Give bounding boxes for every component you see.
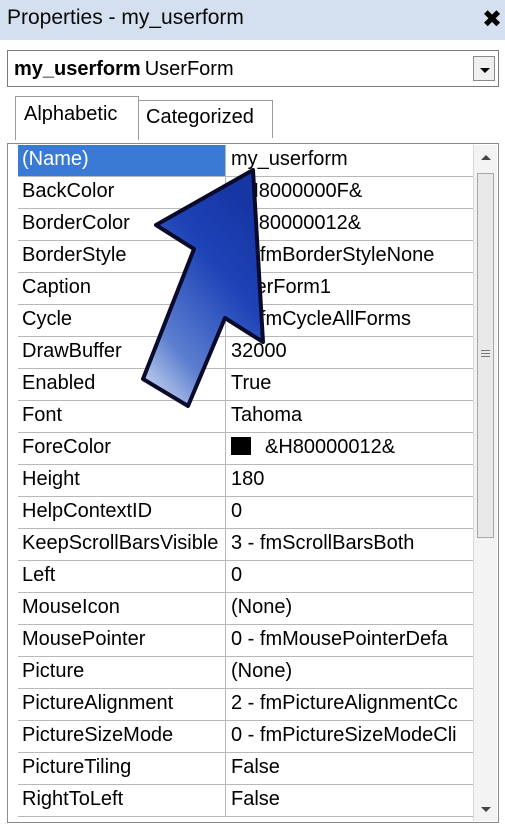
property-row[interactable]: BackColor &H8000000F&: [18, 177, 473, 209]
property-value[interactable]: 180: [226, 465, 473, 496]
property-value[interactable]: False: [226, 785, 473, 816]
title-bar: Properties - my_userform ✖: [0, 0, 505, 40]
property-row[interactable]: DrawBuffer 32000: [18, 337, 473, 369]
property-value[interactable]: Tahoma: [226, 401, 473, 432]
property-row[interactable]: PictureSizeMode 0 - fmPictureSizeModeCli: [18, 721, 473, 753]
property-name[interactable]: (Name): [18, 145, 226, 176]
property-row[interactable]: Cycle 0 - fmCycleAllForms: [18, 305, 473, 337]
property-value[interactable]: &H8000000F&: [226, 177, 473, 208]
property-name[interactable]: RightToLeft: [18, 785, 226, 816]
vertical-scrollbar[interactable]: [473, 145, 497, 821]
property-value[interactable]: 32000: [226, 337, 473, 368]
scrollbar-thumb[interactable]: [477, 173, 494, 538]
scroll-up-icon[interactable]: [474, 145, 497, 169]
property-row[interactable]: ForeColor &H80000012&: [18, 433, 473, 465]
property-row[interactable]: Caption UserForm1: [18, 273, 473, 305]
property-value[interactable]: (None): [226, 657, 473, 688]
object-type: UserForm: [144, 58, 234, 80]
property-row[interactable]: MousePointer 0 - fmMousePointerDefa: [18, 625, 473, 657]
property-row[interactable]: RightToLeft False: [18, 785, 473, 817]
property-row[interactable]: Left 0: [18, 561, 473, 593]
property-row[interactable]: Enabled True: [18, 369, 473, 401]
property-name[interactable]: Font: [18, 401, 226, 432]
property-name[interactable]: PictureSizeMode: [18, 721, 226, 752]
property-list: (Name) my_userform BackColor &H8000000F& Bor…: [18, 145, 473, 817]
property-name[interactable]: Height: [18, 465, 226, 496]
property-row[interactable]: MouseIcon (None): [18, 593, 473, 625]
property-row[interactable]: PictureTiling False: [18, 753, 473, 785]
property-value[interactable]: 2 - fmPictureAlignmentCc: [226, 689, 473, 720]
property-name[interactable]: Cycle: [18, 305, 226, 336]
property-value[interactable]: 0 - fmPictureSizeModeCli: [226, 721, 473, 752]
property-value[interactable]: &H80000012&: [226, 209, 473, 240]
property-value[interactable]: (None): [226, 593, 473, 624]
close-icon[interactable]: ✖: [481, 7, 503, 33]
grip-icon: [481, 350, 490, 357]
object-selector[interactable]: my_userform UserForm: [7, 50, 499, 87]
property-row[interactable]: KeepScrollBarsVisible 3 - fmScrollBarsBot…: [18, 529, 473, 561]
property-grid: (Name) my_userform BackColor &H8000000F& Bor…: [7, 143, 499, 823]
property-name[interactable]: DrawBuffer: [18, 337, 226, 368]
object-selector-value: my_userform UserForm: [14, 58, 234, 81]
property-value[interactable]: 0: [226, 497, 473, 528]
property-row[interactable]: Font Tahoma: [18, 401, 473, 433]
property-value[interactable]: &H80000012&: [226, 433, 473, 464]
property-name[interactable]: HelpContextID: [18, 497, 226, 528]
property-name[interactable]: KeepScrollBarsVisible: [18, 529, 226, 560]
property-name[interactable]: Caption: [18, 273, 226, 304]
property-name[interactable]: Picture: [18, 657, 226, 688]
property-row[interactable]: BorderColor &H80000012&: [18, 209, 473, 241]
property-name[interactable]: PictureTiling: [18, 753, 226, 784]
chevron-down-icon: [480, 68, 490, 73]
object-name: my_userform: [14, 58, 141, 80]
tab-alphabetic[interactable]: Alphabetic: [15, 96, 139, 140]
property-row[interactable]: Picture (None): [18, 657, 473, 689]
tab-categorized[interactable]: Categorized: [139, 100, 273, 138]
property-name[interactable]: BorderColor: [18, 209, 226, 240]
property-value[interactable]: 0 - fmCycleAllForms: [226, 305, 473, 336]
property-value[interactable]: False: [226, 753, 473, 784]
property-value[interactable]: 0 - fmMousePointerDefa: [226, 625, 473, 656]
property-row[interactable]: PictureAlignment 2 - fmPictureAlignmentCc: [18, 689, 473, 721]
property-row[interactable]: (Name) my_userform: [18, 145, 473, 177]
property-name[interactable]: Left: [18, 561, 226, 592]
property-value[interactable]: 0 - fmBorderStyleNone: [226, 241, 473, 272]
property-name[interactable]: ForeColor: [18, 433, 226, 464]
property-value[interactable]: my_userform: [226, 145, 473, 176]
property-name[interactable]: MousePointer: [18, 625, 226, 656]
scroll-down-icon[interactable]: [474, 797, 497, 821]
property-value[interactable]: 0: [226, 561, 473, 592]
color-swatch: [231, 437, 251, 455]
property-value[interactable]: True: [226, 369, 473, 400]
property-row[interactable]: Height 180: [18, 465, 473, 497]
tab-strip: Alphabetic Categorized: [7, 92, 499, 144]
property-name[interactable]: MouseIcon: [18, 593, 226, 624]
property-row[interactable]: BorderStyle 0 - fmBorderStyleNone: [18, 241, 473, 273]
property-value-text: &H80000012&: [265, 436, 396, 458]
property-name[interactable]: BackColor: [18, 177, 226, 208]
property-value[interactable]: 3 - fmScrollBarsBoth: [226, 529, 473, 560]
property-name[interactable]: BorderStyle: [18, 241, 226, 272]
property-value[interactable]: UserForm1: [226, 273, 473, 304]
property-name[interactable]: Enabled: [18, 369, 226, 400]
property-name[interactable]: PictureAlignment: [18, 689, 226, 720]
window-title: Properties - my_userform: [7, 6, 244, 29]
object-selector-dropdown-button[interactable]: [473, 56, 495, 81]
property-row[interactable]: HelpContextID 0: [18, 497, 473, 529]
